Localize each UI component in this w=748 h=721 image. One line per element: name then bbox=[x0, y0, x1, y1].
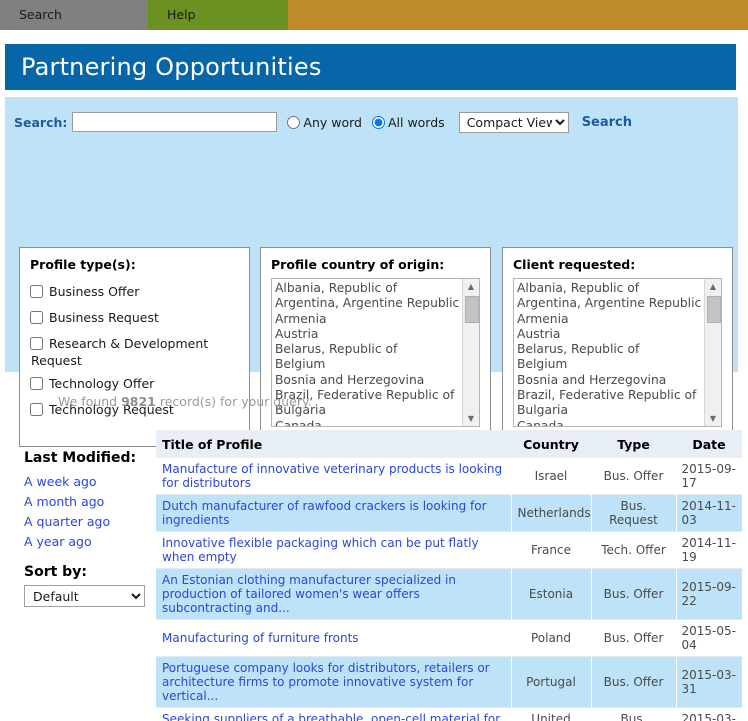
cell-date: 2014-11-19 bbox=[675, 531, 742, 569]
cell-country: France bbox=[510, 531, 591, 569]
cell-country: United Kingdom bbox=[510, 707, 591, 721]
column-header-country[interactable]: Country bbox=[511, 430, 591, 458]
table-row[interactable]: Manufacture of innovative veterinary pro… bbox=[156, 458, 742, 495]
table-row[interactable]: Portuguese company looks for distributor… bbox=[156, 656, 742, 708]
column-header-type[interactable]: Type bbox=[591, 430, 676, 458]
cell-country: Netherlands bbox=[510, 494, 591, 532]
cell-title: Dutch manufacturer of rawfood crackers i… bbox=[156, 494, 511, 532]
results-table-viewport: Title of Profile Country Type Date Manuf… bbox=[0, 0, 748, 721]
cell-title: Manufacturing of furniture fronts bbox=[156, 619, 511, 657]
cell-date: 2015-03-31 bbox=[675, 656, 742, 708]
cell-type: Bus. Offer bbox=[590, 619, 676, 657]
profile-title-link[interactable]: Dutch manufacturer of rawfood crackers i… bbox=[162, 499, 487, 527]
results-table-body: Manufacture of innovative veterinary pro… bbox=[156, 458, 742, 721]
cell-title: Portuguese company looks for distributor… bbox=[156, 656, 511, 708]
cell-date: 2014-11-03 bbox=[675, 494, 742, 532]
profile-title-link[interactable]: Portuguese company looks for distributor… bbox=[162, 661, 490, 703]
cell-title: Manufacture of innovative veterinary pro… bbox=[156, 458, 511, 495]
cell-title: An Estonian clothing manufacturer specia… bbox=[156, 568, 511, 620]
table-row[interactable]: Innovative flexible packaging which can … bbox=[156, 531, 742, 569]
table-header-row: Title of Profile Country Type Date bbox=[156, 430, 742, 458]
cell-title: Innovative flexible packaging which can … bbox=[156, 531, 511, 569]
cell-type: Bus. Request bbox=[590, 707, 676, 721]
table-row[interactable]: Seeking suppliers of a breathable, open-… bbox=[156, 707, 742, 721]
cell-country: Poland bbox=[510, 619, 591, 657]
table-row[interactable]: Manufacturing of furniture fronts Poland B… bbox=[156, 619, 742, 657]
cell-country: Portugal bbox=[510, 656, 591, 708]
cell-date: 2015-09-17 bbox=[675, 458, 742, 495]
cell-date: 2015-05-04 bbox=[675, 619, 742, 657]
profile-title-link[interactable]: Manufacturing of furniture fronts bbox=[162, 631, 359, 645]
profile-title-link[interactable]: Seeking suppliers of a breathable, open-… bbox=[162, 712, 500, 721]
cell-type: Bus. Offer bbox=[590, 458, 676, 495]
cell-title: Seeking suppliers of a breathable, open-… bbox=[156, 707, 511, 721]
cell-type: Bus. Request bbox=[590, 494, 676, 532]
table-row[interactable]: An Estonian clothing manufacturer specia… bbox=[156, 568, 742, 620]
cell-type: Bus. Offer bbox=[590, 656, 676, 708]
cell-date: 2015-03-30 bbox=[675, 707, 742, 721]
cell-type: Tech. Offer bbox=[590, 531, 676, 569]
profile-title-link[interactable]: Innovative flexible packaging which can … bbox=[162, 536, 479, 564]
cell-country: Estonia bbox=[510, 568, 591, 620]
column-header-title[interactable]: Title of Profile bbox=[156, 430, 511, 458]
table-row[interactable]: Dutch manufacturer of rawfood crackers i… bbox=[156, 494, 742, 532]
results-table: Title of Profile Country Type Date Manuf… bbox=[156, 430, 742, 721]
profile-title-link[interactable]: Manufacture of innovative veterinary pro… bbox=[162, 462, 502, 490]
profile-title-link[interactable]: An Estonian clothing manufacturer specia… bbox=[162, 573, 456, 615]
cell-type: Bus. Offer bbox=[590, 568, 676, 620]
column-header-date[interactable]: Date bbox=[676, 430, 742, 458]
cell-country: Israel bbox=[510, 458, 591, 495]
cell-date: 2015-09-22 bbox=[675, 568, 742, 620]
